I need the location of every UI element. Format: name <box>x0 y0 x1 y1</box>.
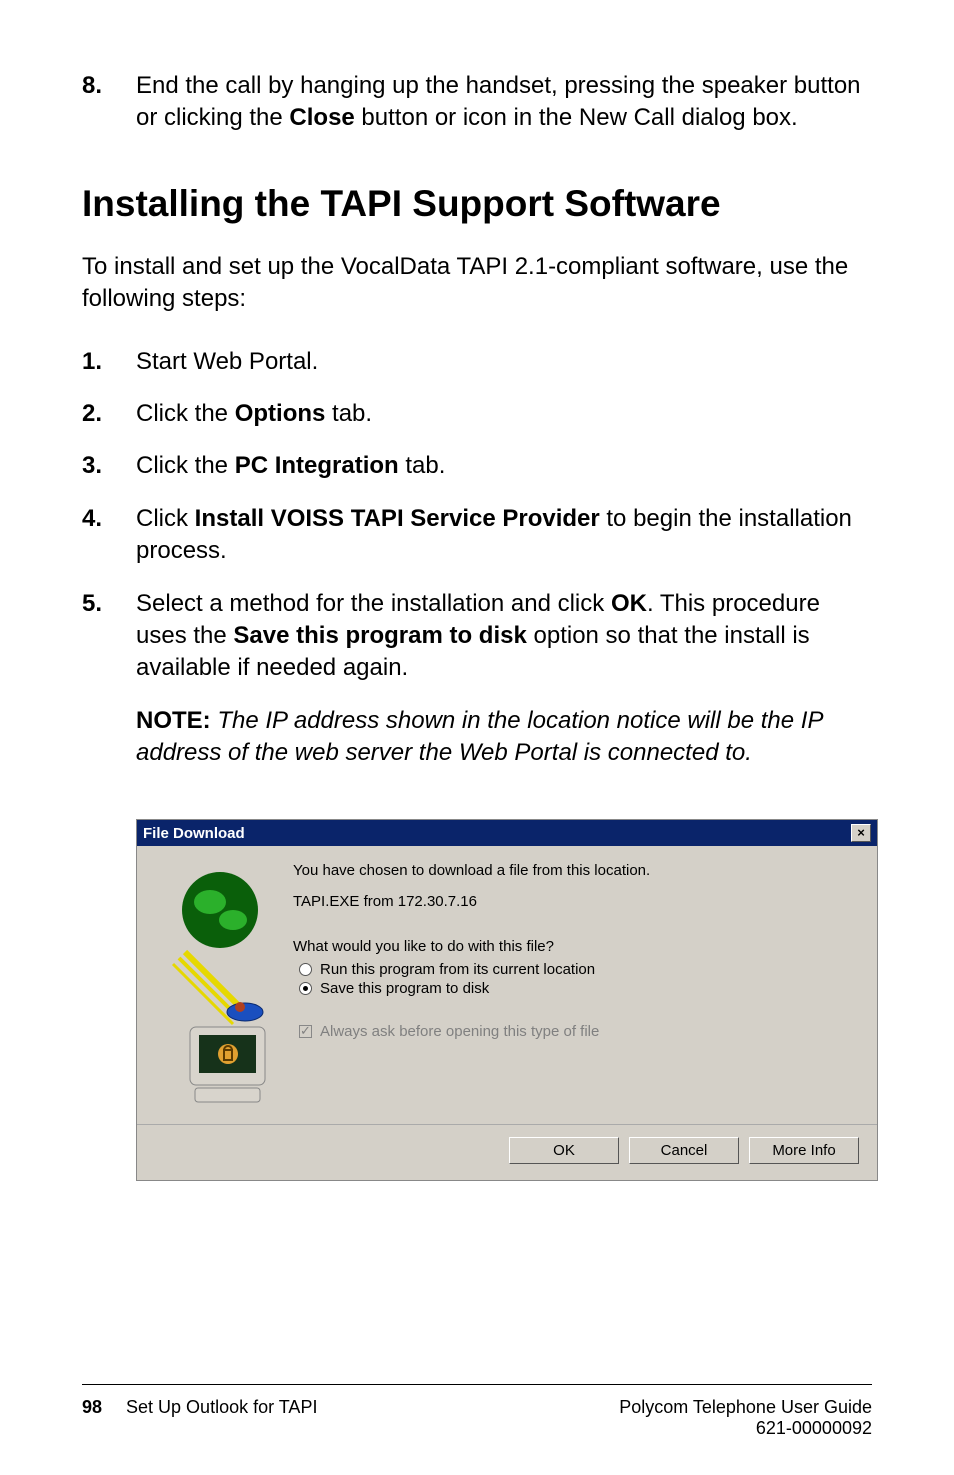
close-icon[interactable]: × <box>851 824 871 842</box>
note-text: The IP address shown in the location not… <box>136 707 823 766</box>
step-number: 8. <box>82 70 136 135</box>
dialog-message-2: TAPI.EXE from 172.30.7.16 <box>293 893 859 910</box>
radio-label: Save this program to disk <box>320 980 489 997</box>
section-heading: Installing the TAPI Support Software <box>82 183 872 225</box>
dialog-title: File Download <box>143 825 245 842</box>
radio-run-location[interactable]: Run this program from its current locati… <box>299 961 859 978</box>
pc-integration-bold: PC Integration <box>235 452 399 479</box>
checkbox-always-ask[interactable]: Always ask before opening this type of f… <box>299 1023 859 1040</box>
close-bold: Close <box>289 104 354 131</box>
note-label: NOTE: <box>136 707 211 734</box>
text: Click <box>136 505 195 532</box>
radio-label: Run this program from its current locati… <box>320 961 595 978</box>
text: button or icon in the New Call dialog bo… <box>355 104 798 131</box>
footer-left: 98 Set Up Outlook for TAPI <box>82 1397 317 1439</box>
text: Select a method for the installation and… <box>136 590 611 617</box>
footer-right: Polycom Telephone User Guide 621-0000009… <box>619 1397 872 1439</box>
step-1: 1. Start Web Portal. <box>82 346 872 378</box>
step-number: 3. <box>82 450 136 482</box>
page-footer: 98 Set Up Outlook for TAPI Polycom Telep… <box>82 1384 872 1439</box>
more-info-button[interactable]: More Info <box>749 1137 859 1164</box>
step-number: 2. <box>82 398 136 430</box>
cancel-button[interactable]: Cancel <box>629 1137 739 1164</box>
save-disk-bold: Save this program to disk <box>233 622 526 649</box>
dialog-question: What would you like to do with this file… <box>293 938 859 955</box>
step-number: 1. <box>82 346 136 378</box>
footer-docnum: 621-00000092 <box>619 1418 872 1439</box>
step-number: 4. <box>82 503 136 568</box>
radio-icon <box>299 963 312 976</box>
step-2: 2. Click the Options tab. <box>82 398 872 430</box>
download-globe-icon <box>155 862 285 1116</box>
note-block: NOTE: The IP address shown in the locati… <box>136 705 872 770</box>
dialog-body: You have chosen to download a file from … <box>137 846 877 1124</box>
checkbox-icon <box>299 1025 312 1038</box>
step-3: 3. Click the PC Integration tab. <box>82 450 872 482</box>
step-body: Click the Options tab. <box>136 398 872 430</box>
dialog-content: You have chosen to download a file from … <box>293 862 859 1116</box>
step-8: 8. End the call by hanging up the handse… <box>82 70 872 135</box>
file-download-dialog: File Download × <box>136 819 878 1181</box>
text: Click the <box>136 452 235 479</box>
footer-guide: Polycom Telephone User Guide <box>619 1397 872 1418</box>
page-number: 98 <box>82 1397 102 1439</box>
install-voiss-bold: Install VOISS TAPI Service Provider <box>195 505 600 532</box>
footer-section: Set Up Outlook for TAPI <box>126 1397 317 1439</box>
file-download-dialog-figure: File Download × <box>136 819 878 1181</box>
step-body: End the call by hanging up the handset, … <box>136 70 872 135</box>
step-number: 5. <box>82 588 136 685</box>
text: tab. <box>399 452 446 479</box>
intro-paragraph: To install and set up the VocalData TAPI… <box>82 251 872 316</box>
step-4: 4. Click Install VOISS TAPI Service Prov… <box>82 503 872 568</box>
step-body: Select a method for the installation and… <box>136 588 872 685</box>
radio-icon <box>299 982 312 995</box>
text: tab. <box>325 400 372 427</box>
ok-bold: OK <box>611 590 647 617</box>
step-body: Click Install VOISS TAPI Service Provide… <box>136 503 872 568</box>
step-5: 5. Select a method for the installation … <box>82 588 872 685</box>
checkbox-label: Always ask before opening this type of f… <box>320 1023 599 1040</box>
ok-button[interactable]: OK <box>509 1137 619 1164</box>
step-body: Click the PC Integration tab. <box>136 450 872 482</box>
step-body: Start Web Portal. <box>136 346 872 378</box>
dialog-message-1: You have chosen to download a file from … <box>293 862 859 879</box>
dialog-footer: OK Cancel More Info <box>137 1124 877 1180</box>
dialog-title-bar: File Download × <box>137 820 877 846</box>
text: Click the <box>136 400 235 427</box>
options-bold: Options <box>235 400 326 427</box>
radio-save-disk[interactable]: Save this program to disk <box>299 980 859 997</box>
